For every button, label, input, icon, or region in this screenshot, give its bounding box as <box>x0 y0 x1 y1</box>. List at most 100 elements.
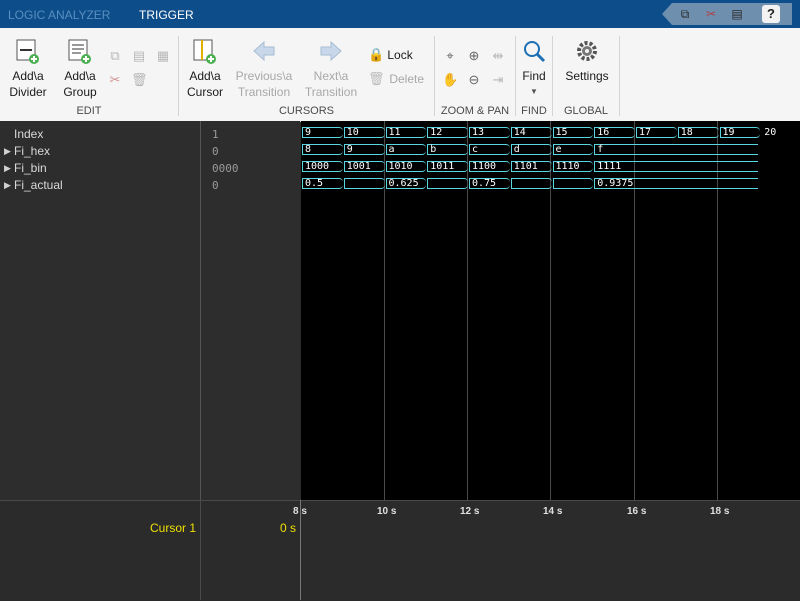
signal-name-fi-bin[interactable]: Fi_bin <box>14 161 47 175</box>
time-tick-label: 14 s <box>543 506 563 517</box>
gridline <box>467 121 468 500</box>
expand-arrow-icon[interactable]: ▶ <box>4 163 11 174</box>
paste-icon[interactable]: ▤ <box>131 48 147 64</box>
cursor-time-value: 0 s <box>280 521 297 535</box>
tab-logic-analyzer[interactable]: LOGIC ANALYZER <box>8 0 110 28</box>
waveform-segment[interactable] <box>343 178 385 189</box>
cut-icon[interactable]: ✂ <box>704 7 718 21</box>
expand-arrow-icon[interactable]: ▶ <box>4 180 11 191</box>
paste-icon[interactable]: ▤ <box>730 7 744 21</box>
waveform-sample-label: 8 <box>305 144 312 155</box>
time-tick-label: 8 s <box>293 506 307 517</box>
chevron-down-icon[interactable]: ▼ <box>518 84 550 100</box>
zoom-cursor-icon[interactable]: ⌖ <box>442 48 458 64</box>
find-button[interactable]: Find ▼ <box>518 38 550 100</box>
lock-button[interactable]: 🔒 Lock <box>368 47 428 63</box>
gear-icon <box>577 41 597 61</box>
next-transition-button[interactable]: Next\a Transition <box>300 38 362 100</box>
waveform-sample-label: 0.625 <box>388 178 419 189</box>
fit-icon[interactable]: ⇹ <box>490 48 506 64</box>
expand-arrow-icon[interactable]: ▶ <box>4 146 11 157</box>
waveform-sample-label: 10 <box>346 127 359 138</box>
add-group-button[interactable]: Add\a Group <box>56 38 104 100</box>
waveform-sample-label: 9 <box>305 127 312 138</box>
add-cursor-button[interactable]: Add\a Cursor <box>182 38 228 100</box>
waveform-sample-label: 1010 <box>388 161 413 172</box>
lock-icon: 🔒 <box>368 47 385 62</box>
waveform-sample-label: 1100 <box>472 161 497 172</box>
waveform-sample-label: c <box>472 144 479 155</box>
cursor-name[interactable]: Cursor 1 <box>150 521 196 535</box>
waveform-sample-label: a <box>388 144 395 155</box>
arrow-left-icon <box>253 40 275 62</box>
section-global-label: GLOBAL <box>563 105 609 117</box>
cut-icon[interactable]: ✂ <box>107 72 123 88</box>
find-icon <box>524 41 546 63</box>
waveform-sample-label: 0.5 <box>305 178 324 189</box>
signal-values-panel <box>201 121 300 500</box>
previous-transition-button[interactable]: Previous\a Transition <box>232 38 296 100</box>
next-transition-label: Next\a Transition <box>304 69 358 99</box>
delete-icon: 🗑 <box>368 71 385 86</box>
divider <box>178 36 179 116</box>
cursor-panel <box>0 500 800 601</box>
settings-button[interactable]: Settings <box>558 38 616 84</box>
time-tick-label: 18 s <box>710 506 730 517</box>
waveform-sample-label: 1000 <box>305 161 330 172</box>
waveform-sample-label: 18 <box>680 127 693 138</box>
add-divider-label: Add\a Divider <box>9 69 47 99</box>
help-icon[interactable]: ? <box>762 5 780 23</box>
signal-value-fi-hex: 0 <box>212 145 219 158</box>
panel-divider <box>200 500 201 600</box>
add-divider-button[interactable]: Add\a Divider <box>4 38 52 100</box>
gridline <box>384 121 385 500</box>
add-group-icon <box>68 39 91 64</box>
zoom-out-icon[interactable]: ⊖ <box>466 72 482 88</box>
pan-icon[interactable]: ✋ <box>442 72 458 88</box>
signal-name-fi-hex[interactable]: Fi_hex <box>14 144 50 158</box>
lock-label: Lock <box>387 48 413 62</box>
section-edit-label: EDIT <box>76 105 102 117</box>
settings-label: Settings <box>565 69 609 83</box>
waveform-sample-label: d <box>513 144 520 155</box>
arrow-right-icon <box>320 40 342 62</box>
tab-trigger[interactable]: TRIGGER <box>139 0 194 28</box>
time-tick-label: 12 s <box>460 506 480 517</box>
copy-icon[interactable]: ⧉ <box>107 48 123 64</box>
time-tick-label: 10 s <box>377 506 397 517</box>
add-cursor-label: Add\a Cursor <box>186 69 223 99</box>
waveform-sample-label: 13 <box>472 127 485 138</box>
delete-icon[interactable]: 🗑 <box>131 72 148 88</box>
waveform-sample-label: 1111 <box>597 161 622 172</box>
time-tick-label: 16 s <box>627 506 647 517</box>
section-cursors-label: CURSORS <box>278 105 334 117</box>
delete-cursor-button[interactable]: 🗑 Delete <box>368 71 432 87</box>
waveform-sample-label: 0.75 <box>472 178 497 189</box>
signal-value-index: 1 <box>212 128 219 141</box>
fit-to-cursor-icon[interactable]: ⇥ <box>490 72 506 88</box>
add-divider-icon <box>16 39 39 64</box>
signal-value-fi-actual: 0 <box>212 179 219 192</box>
waveform-sample-label: 0.9375 <box>597 178 634 189</box>
signal-name-index[interactable]: Index <box>14 127 43 141</box>
waveform-sample-label: 12 <box>430 127 443 138</box>
paste-special-icon[interactable]: ▦ <box>155 48 171 64</box>
waveform-sample-label: 17 <box>639 127 652 138</box>
logic-analyzer-window: LOGIC ANALYZER TRIGGER ⧉ ✂ ▤ ? Add\a Div… <box>0 0 800 601</box>
panel-divider[interactable] <box>200 121 201 500</box>
toolstrip: Add\a Divider Add\a Group ⧉ ▤ ▦ ✂ 🗑 EDIT… <box>0 28 800 144</box>
waveform-sample-label: 20 <box>764 127 777 138</box>
waveform-segment[interactable] <box>594 144 758 155</box>
waveform-segment[interactable] <box>510 178 552 189</box>
title-bar: LOGIC ANALYZER TRIGGER ⧉ ✂ ▤ ? <box>0 0 800 28</box>
waveform-sample-label: f <box>597 144 604 155</box>
copy-icon[interactable]: ⧉ <box>678 7 692 21</box>
signal-name-fi-actual[interactable]: Fi_actual <box>14 178 63 192</box>
waveform-segment[interactable] <box>552 178 594 189</box>
zoom-in-icon[interactable]: ⊕ <box>466 48 482 64</box>
divider <box>434 36 435 116</box>
previous-transition-label: Previous\a Transition <box>235 69 293 99</box>
add-group-label: Add\a Group <box>63 69 97 99</box>
add-cursor-icon <box>193 39 216 64</box>
waveform-segment[interactable] <box>427 178 468 189</box>
